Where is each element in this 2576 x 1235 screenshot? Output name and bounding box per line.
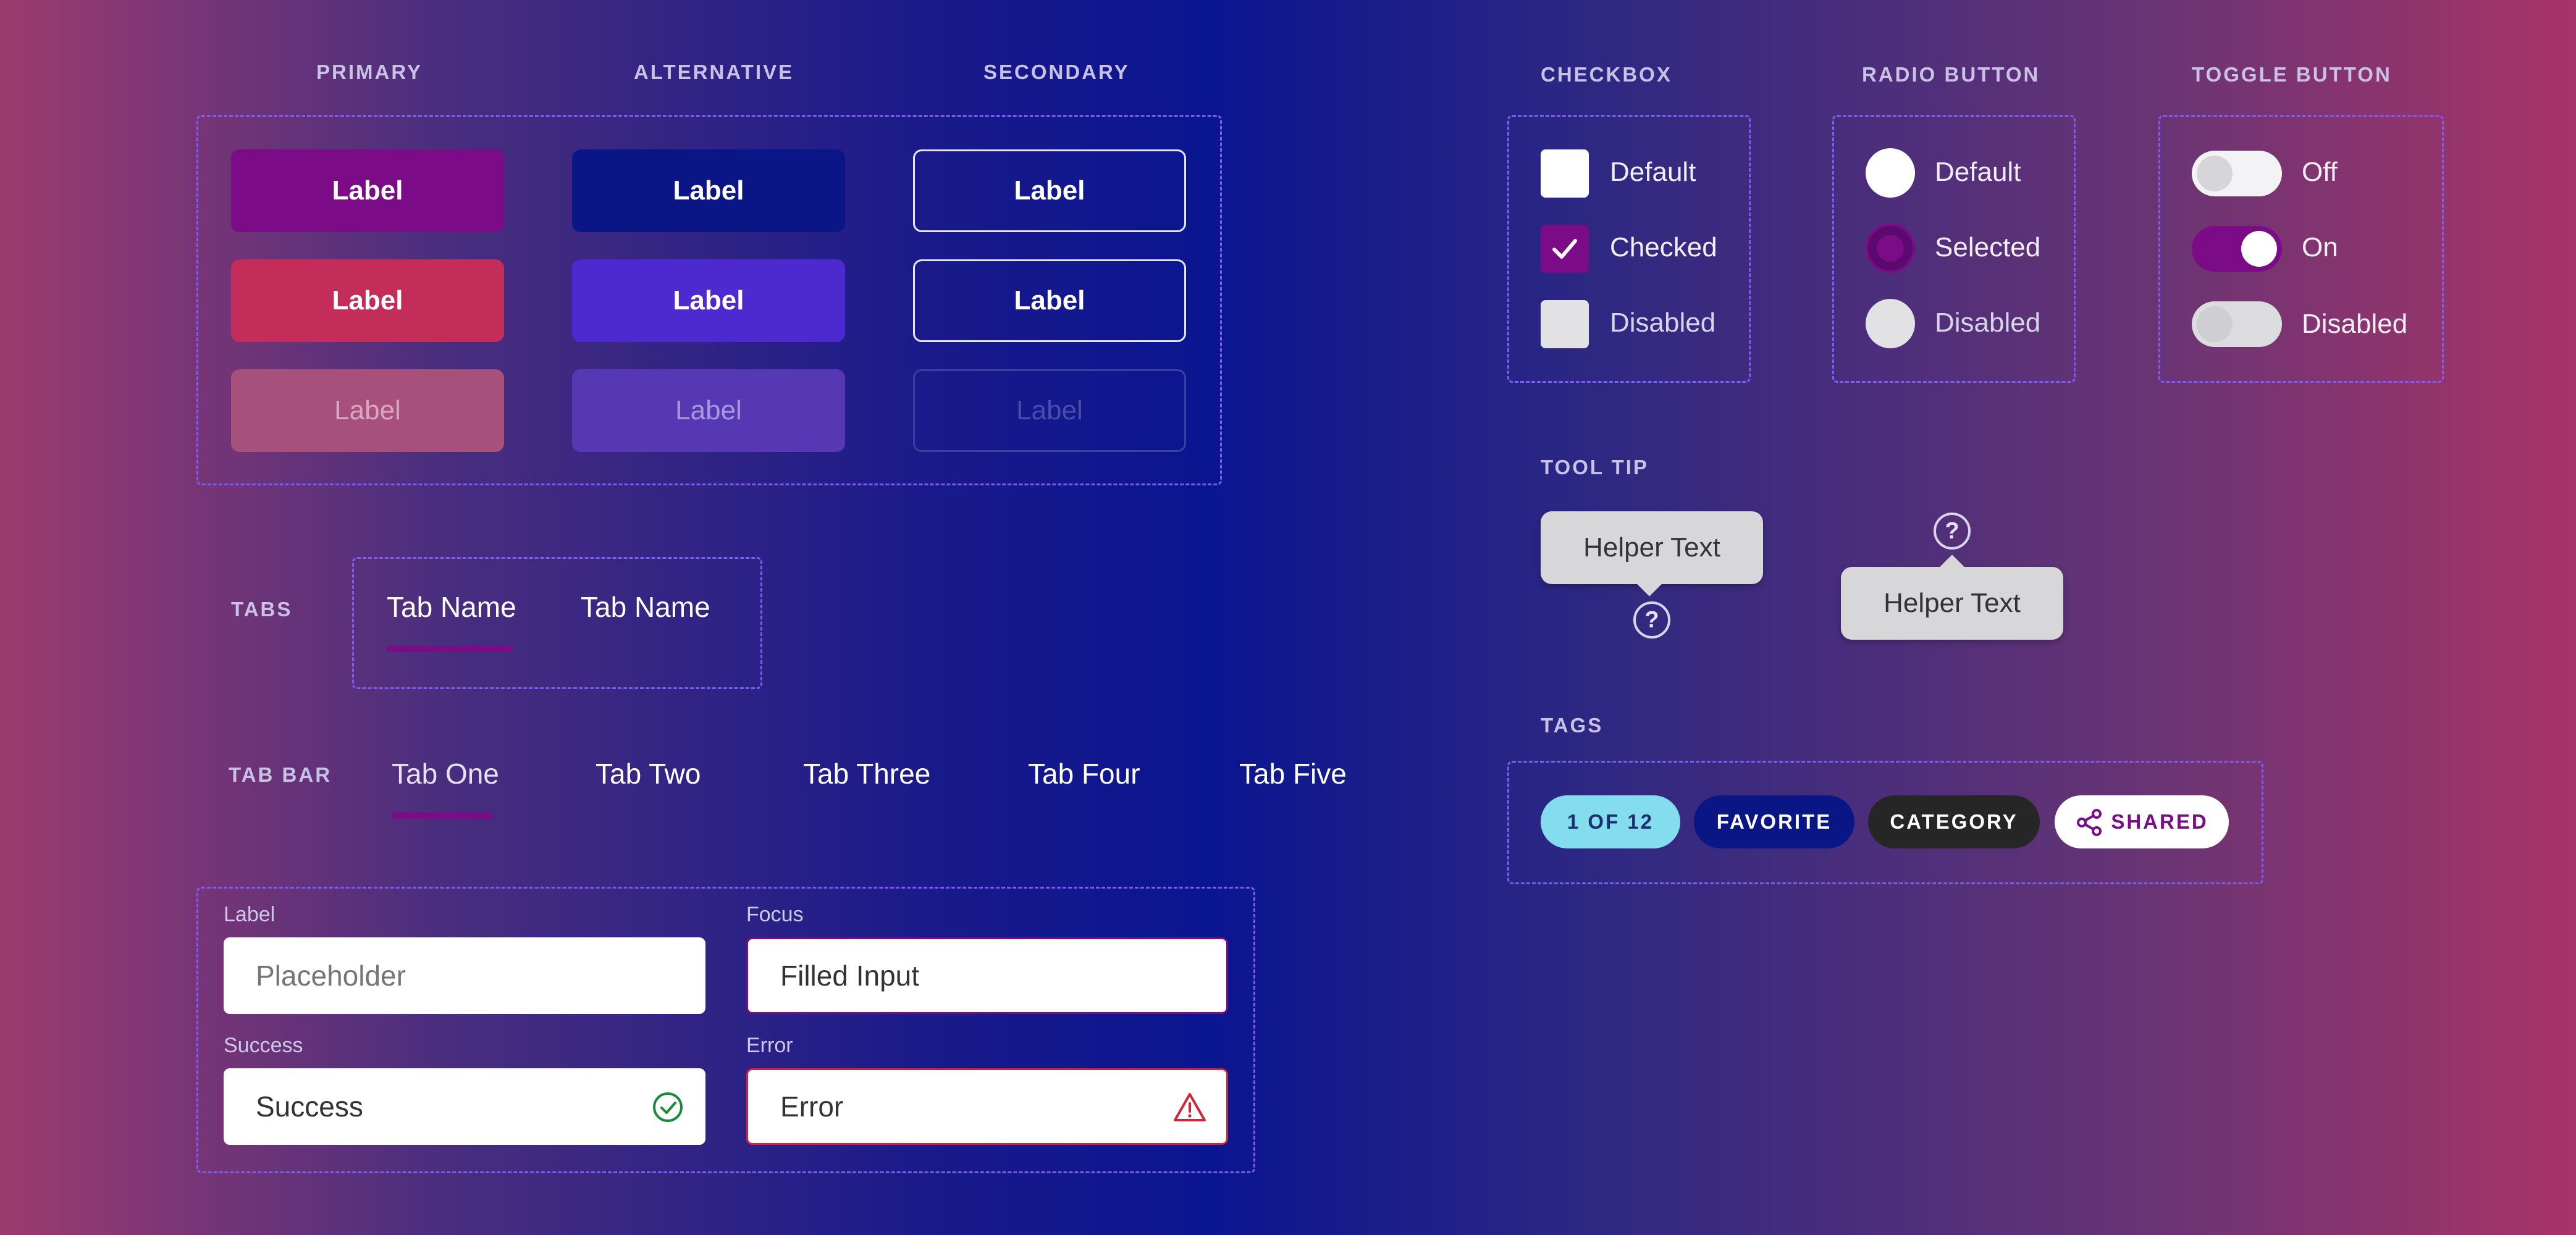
radio-heading: RADIO BUTTON bbox=[1862, 63, 2040, 86]
toggle-heading: TOGGLE BUTTON bbox=[2192, 63, 2392, 86]
toggle-on-knob bbox=[2241, 231, 2277, 267]
tooltip-arrow bbox=[1940, 555, 1964, 579]
check-circle-icon bbox=[653, 1092, 683, 1122]
warning-icon bbox=[1174, 1093, 1206, 1121]
tab-two[interactable]: Tab Two bbox=[596, 757, 701, 790]
primary-button-disabled: Label bbox=[231, 369, 504, 452]
help-icon[interactable]: ? bbox=[1934, 513, 1971, 550]
tab-four[interactable]: Tab Four bbox=[1028, 757, 1140, 790]
alternative-button[interactable]: Label bbox=[572, 149, 845, 232]
checkbox-default[interactable] bbox=[1541, 149, 1589, 198]
primary-heading: PRIMARY bbox=[316, 61, 423, 83]
share-icon bbox=[2077, 809, 2102, 836]
radio-disabled-label: Disabled bbox=[1935, 308, 2041, 338]
tab-one[interactable]: Tab One bbox=[392, 757, 499, 790]
focus-input-value: Filled Input bbox=[780, 960, 920, 992]
focus-input[interactable]: Filled Input bbox=[746, 937, 1228, 1014]
toggle-off[interactable] bbox=[2192, 151, 2282, 196]
tab-name-active[interactable]: Tab Name bbox=[387, 590, 516, 624]
error-input-value: Error bbox=[780, 1091, 844, 1123]
radio-disabled bbox=[1866, 299, 1915, 348]
checkbox-default-label: Default bbox=[1610, 157, 1696, 187]
tab-five[interactable]: Tab Five bbox=[1239, 757, 1347, 790]
toggle-off-knob bbox=[2197, 156, 2233, 191]
tab-name[interactable]: Tab Name bbox=[581, 590, 710, 624]
error-input[interactable]: Error bbox=[746, 1068, 1228, 1145]
alternative-button-hover[interactable]: Label bbox=[572, 259, 845, 342]
tooltip-bottom-text: Helper Text bbox=[1583, 532, 1720, 563]
checkbox-disabled bbox=[1541, 300, 1589, 348]
tag-shared-label: SHARED bbox=[2111, 810, 2208, 833]
toggle-on[interactable] bbox=[2192, 226, 2282, 272]
toggle-disabled-knob bbox=[2197, 306, 2233, 342]
radio-default-label: Default bbox=[1935, 157, 2021, 187]
tab-bar-active-indicator bbox=[392, 813, 493, 819]
checkbox-heading: CHECKBOX bbox=[1541, 63, 1672, 86]
label-field-label: Label bbox=[224, 903, 276, 926]
tooltip-top-text: Helper Text bbox=[1884, 588, 2021, 618]
help-icon[interactable]: ? bbox=[1633, 601, 1670, 638]
secondary-button-disabled: Label bbox=[913, 369, 1186, 452]
radio-default[interactable] bbox=[1866, 148, 1915, 198]
checkbox-checked-label: Checked bbox=[1610, 232, 1717, 262]
tooltip-heading: TOOL TIP bbox=[1541, 456, 1649, 479]
error-field-label: Error bbox=[746, 1034, 793, 1057]
alternative-button-disabled: Label bbox=[572, 369, 845, 452]
tooltip-arrow bbox=[1637, 572, 1662, 597]
toggle-on-label: On bbox=[2302, 232, 2338, 262]
primary-button[interactable]: Label bbox=[231, 149, 504, 232]
focus-field-label: Focus bbox=[746, 903, 804, 926]
tooltip-top: Helper Text bbox=[1841, 555, 2063, 640]
toggle-disabled bbox=[2192, 301, 2282, 347]
radio-selected-label: Selected bbox=[1935, 232, 2041, 262]
tab-three[interactable]: Tab Three bbox=[803, 757, 930, 790]
toggle-off-label: Off bbox=[2302, 157, 2338, 187]
tag-favorite[interactable]: FAVORITE bbox=[1694, 795, 1854, 848]
toggle-disabled-label: Disabled bbox=[2302, 309, 2408, 339]
tabs-heading: TABS bbox=[231, 598, 293, 621]
check-icon bbox=[1552, 239, 1577, 259]
success-field-label: Success bbox=[224, 1034, 303, 1057]
alternative-heading: ALTERNATIVE bbox=[634, 61, 794, 83]
success-input-value: Success bbox=[256, 1091, 363, 1123]
tag-category[interactable]: CATEGORY bbox=[1868, 795, 2040, 848]
secondary-heading: SECONDARY bbox=[983, 61, 1130, 83]
tags-heading: TAGS bbox=[1541, 714, 1604, 737]
checkbox-checked[interactable] bbox=[1541, 225, 1589, 273]
tab-active-indicator bbox=[387, 646, 513, 652]
success-input[interactable]: Success bbox=[224, 1068, 705, 1145]
secondary-button-hover[interactable]: Label bbox=[913, 259, 1186, 342]
checkbox-disabled-label: Disabled bbox=[1610, 308, 1716, 338]
tab-bar-heading: TAB BAR bbox=[229, 763, 332, 786]
tag-count[interactable]: 1 OF 12 bbox=[1541, 795, 1680, 848]
primary-button-hover[interactable]: Label bbox=[231, 259, 504, 342]
tag-shared[interactable]: SHARED bbox=[2055, 795, 2229, 848]
tooltip-bottom: Helper Text bbox=[1541, 511, 1763, 597]
radio-selected-dot bbox=[1877, 235, 1904, 262]
secondary-button[interactable]: Label bbox=[913, 149, 1186, 232]
placeholder-input[interactable] bbox=[224, 937, 705, 1014]
radio-selected[interactable] bbox=[1866, 224, 1915, 273]
